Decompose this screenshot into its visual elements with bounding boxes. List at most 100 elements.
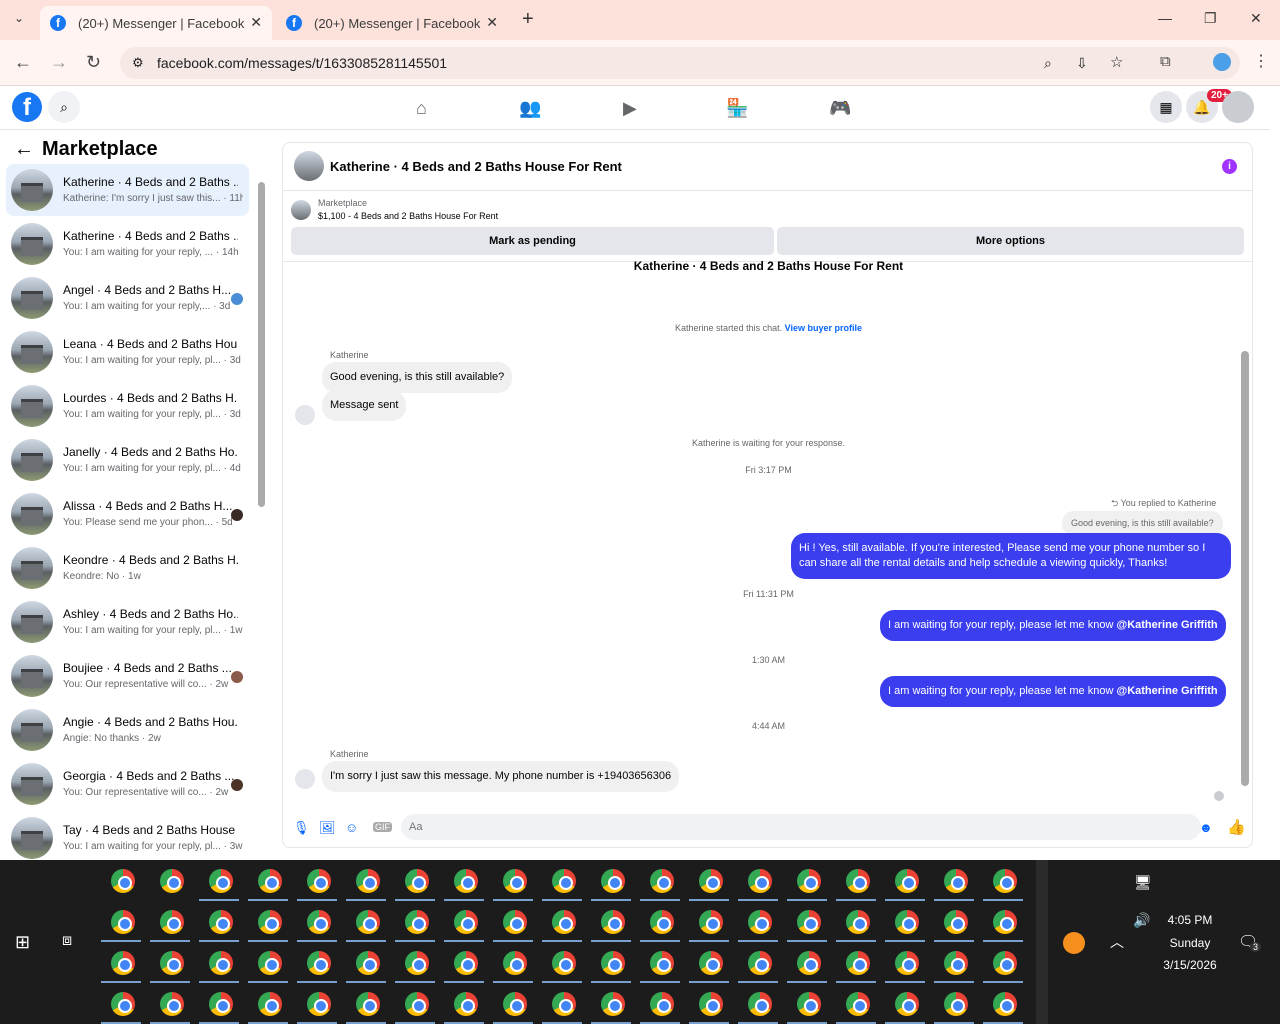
message-bubble-in[interactable]: Good evening, is this still available? bbox=[322, 362, 513, 393]
taskbar-app-icon[interactable] bbox=[846, 951, 870, 975]
forward-icon[interactable]: → bbox=[50, 52, 68, 73]
taskbar-app-icon[interactable] bbox=[650, 869, 674, 893]
start-windows-icon[interactable]: ⊞ bbox=[15, 932, 30, 953]
taskbar-app-icon[interactable] bbox=[258, 910, 282, 934]
taskbar-app-icon[interactable] bbox=[160, 951, 184, 975]
taskbar-app-icon[interactable] bbox=[209, 992, 233, 1016]
like-thumb-icon[interactable]: 👍 bbox=[1227, 818, 1246, 836]
taskbar-app-icon[interactable] bbox=[111, 869, 135, 893]
chat-title[interactable]: Katherine · 4 Beds and 2 Baths House For… bbox=[330, 159, 622, 174]
taskbar-app-icon[interactable] bbox=[944, 992, 968, 1016]
taskbar-app-icon[interactable] bbox=[307, 910, 331, 934]
taskbar-app-icon[interactable] bbox=[111, 910, 135, 934]
taskbar-app-icon[interactable] bbox=[356, 992, 380, 1016]
message-input[interactable] bbox=[401, 814, 1201, 840]
taskbar-app-icon[interactable] bbox=[160, 992, 184, 1016]
conversation-item[interactable]: Katherine · 4 Beds and 2 Baths ... Kather… bbox=[6, 164, 249, 216]
taskbar-app-icon[interactable] bbox=[601, 951, 625, 975]
message-bubble-out[interactable]: I am waiting for your reply, please let … bbox=[880, 610, 1226, 641]
extensions-icon[interactable]: ⧉ bbox=[1160, 53, 1171, 70]
taskbar-app-icon[interactable] bbox=[650, 951, 674, 975]
taskbar-app-icon[interactable] bbox=[699, 951, 723, 975]
taskbar-app-icon[interactable] bbox=[356, 951, 380, 975]
video-icon[interactable]: ▶ bbox=[623, 98, 637, 119]
taskbar-app-icon[interactable] bbox=[307, 951, 331, 975]
view-buyer-profile-link[interactable]: View buyer profile bbox=[785, 323, 862, 333]
taskbar-app-icon[interactable] bbox=[209, 951, 233, 975]
taskbar-app-icon[interactable] bbox=[650, 910, 674, 934]
taskbar-app-icon[interactable] bbox=[797, 910, 821, 934]
taskbar-app-icon[interactable] bbox=[356, 910, 380, 934]
taskbar-app-icon[interactable] bbox=[895, 869, 919, 893]
conversation-item[interactable]: Boujiee · 4 Beds and 2 Baths ... You: Our… bbox=[6, 650, 249, 702]
conversation-item[interactable]: Alissa · 4 Beds and 2 Baths H... You: Ple… bbox=[6, 488, 249, 540]
conversation-item[interactable]: Ashley · 4 Beds and 2 Baths Ho... You: I … bbox=[6, 596, 249, 648]
message-bubble-out[interactable]: Hi ! Yes, still available. If you're int… bbox=[791, 533, 1231, 579]
photo-icon[interactable]: 🖼 bbox=[319, 820, 336, 836]
taskbar-app-icon[interactable] bbox=[307, 992, 331, 1016]
home-icon[interactable]: ⌂ bbox=[416, 98, 427, 119]
taskbar-app-icon[interactable] bbox=[944, 869, 968, 893]
taskbar-app-icon[interactable] bbox=[405, 910, 429, 934]
taskbar-app-icon[interactable] bbox=[552, 910, 576, 934]
taskbar-app-icon[interactable] bbox=[503, 869, 527, 893]
back-arrow-icon[interactable]: ← bbox=[14, 138, 34, 161]
conversation-item[interactable]: Angie · 4 Beds and 2 Baths Hou... Angie: … bbox=[6, 704, 249, 756]
conversation-item[interactable]: Janelly · 4 Beds and 2 Baths Ho... You: I… bbox=[6, 434, 249, 486]
conversation-item[interactable]: Leana · 4 Beds and 2 Baths Hou... You: I … bbox=[6, 326, 249, 378]
taskbar-app-icon[interactable] bbox=[748, 992, 772, 1016]
taskbar-scrollbar[interactable] bbox=[1036, 860, 1048, 1024]
message-bubble-in[interactable]: Message sent bbox=[322, 390, 407, 421]
taskbar-app-icon[interactable] bbox=[944, 951, 968, 975]
taskbar-app-icon[interactable] bbox=[405, 869, 429, 893]
taskbar-app-icon[interactable] bbox=[895, 992, 919, 1016]
taskbar-app-icon[interactable] bbox=[209, 869, 233, 893]
taskbar-app-icon[interactable] bbox=[454, 951, 478, 975]
sticker-icon[interactable]: ☺ bbox=[345, 820, 358, 835]
taskbar-app-icon[interactable] bbox=[699, 910, 723, 934]
info-icon[interactable]: i bbox=[1222, 159, 1237, 174]
taskbar-app-icon[interactable] bbox=[405, 992, 429, 1016]
volume-icon[interactable]: 🔊 bbox=[1133, 912, 1150, 929]
taskbar-app-icon[interactable] bbox=[552, 869, 576, 893]
clock-time[interactable]: 4:05 PM bbox=[1150, 913, 1230, 927]
message-bubble-out[interactable]: I am waiting for your reply, please let … bbox=[880, 676, 1226, 707]
facebook-logo[interactable]: f bbox=[12, 92, 42, 122]
taskbar-app-icon[interactable] bbox=[797, 951, 821, 975]
url-bar[interactable]: ⚙ facebook.com/messages/t/16330852811455… bbox=[120, 47, 1240, 79]
search-icon[interactable]: ⌕ bbox=[48, 91, 80, 123]
message-bubble-in[interactable]: I'm sorry I just saw this message. My ph… bbox=[322, 761, 680, 792]
taskbar-app-icon[interactable] bbox=[454, 869, 478, 893]
taskbar-app-icon[interactable] bbox=[503, 951, 527, 975]
close-tab-icon[interactable]: ✕ bbox=[250, 14, 262, 31]
taskbar-app-icon[interactable] bbox=[699, 992, 723, 1016]
taskbar-app-icon[interactable] bbox=[797, 869, 821, 893]
site-info-icon[interactable]: ⚙ bbox=[132, 47, 144, 79]
minimize-icon[interactable]: — bbox=[1158, 10, 1172, 26]
taskbar-app-icon[interactable] bbox=[552, 992, 576, 1016]
mention[interactable]: @Katherine Griffith bbox=[1116, 619, 1217, 631]
network-icon[interactable]: 🖥 bbox=[1134, 874, 1152, 891]
back-icon[interactable]: ← bbox=[14, 52, 32, 73]
taskbar-app-icon[interactable] bbox=[944, 910, 968, 934]
taskbar-app-icon[interactable] bbox=[650, 992, 674, 1016]
taskbar-app-icon[interactable] bbox=[111, 992, 135, 1016]
chat-scrollbar[interactable] bbox=[1241, 351, 1249, 786]
taskbar-app-icon[interactable] bbox=[846, 910, 870, 934]
conversation-item[interactable]: Tay · 4 Beds and 2 Baths House ... You: I… bbox=[6, 812, 249, 860]
tab-messenger-1[interactable]: f (20+) Messenger | Facebook ✕ bbox=[40, 6, 272, 40]
taskbar-app-icon[interactable] bbox=[405, 951, 429, 975]
listing-title[interactable]: $1,100 - 4 Beds and 2 Baths House For Re… bbox=[318, 211, 498, 221]
clock-day[interactable]: Sunday bbox=[1150, 936, 1230, 950]
taskbar-app-icon[interactable] bbox=[258, 992, 282, 1016]
close-tab-icon[interactable]: ✕ bbox=[486, 14, 498, 31]
taskbar-app-icon[interactable] bbox=[993, 869, 1017, 893]
taskbar-app-icon[interactable] bbox=[258, 951, 282, 975]
tab-search-icon[interactable]: ⌄ bbox=[14, 11, 24, 25]
taskbar-app-icon[interactable] bbox=[601, 992, 625, 1016]
friends-icon[interactable]: 👥 bbox=[519, 98, 541, 119]
zoom-icon[interactable]: ⌕ bbox=[1044, 47, 1052, 79]
taskbar-app-icon[interactable] bbox=[993, 910, 1017, 934]
taskbar-app-icon[interactable] bbox=[797, 992, 821, 1016]
new-tab-button[interactable]: + bbox=[522, 8, 534, 31]
